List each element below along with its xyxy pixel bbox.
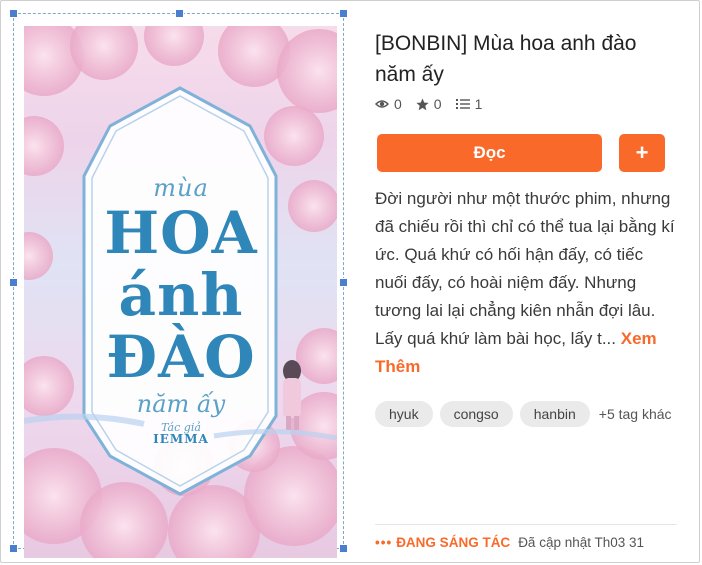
divider (375, 524, 677, 525)
votes-stat: 0 (416, 96, 442, 112)
cover-big-title-line1: HOA (104, 199, 258, 267)
book-cover[interactable]: mùa HOA ánh ĐÀO năm ấy Tác giả IEMMA (24, 26, 337, 558)
parts-count: 1 (474, 96, 483, 112)
read-button[interactable]: Đọc (377, 134, 602, 172)
parts-stat: 1 (455, 96, 483, 112)
status-label: ĐANG SÁNG TÁC (396, 535, 511, 550)
tag-congso[interactable]: congso (439, 401, 513, 427)
more-tags-link[interactable]: +5 tag khác (599, 406, 672, 422)
resize-handle[interactable] (175, 9, 184, 18)
story-stats: 0 0 1 (375, 96, 496, 112)
story-card: mùa HOA ánh ĐÀO năm ấy Tác giả IEMMA [BO… (0, 0, 700, 563)
cover-title: mùa HOA ánh ĐÀO năm ấy Tác giả IEMMA (86, 176, 276, 445)
cover-selection-frame[interactable]: mùa HOA ánh ĐÀO năm ấy Tác giả IEMMA (9, 9, 348, 558)
views-stat: 0 (375, 96, 402, 112)
resize-handle[interactable] (9, 9, 18, 18)
add-to-library-button[interactable]: + (619, 134, 665, 172)
resize-handle[interactable] (339, 9, 348, 18)
resize-handle[interactable] (339, 544, 348, 553)
plus-icon: + (635, 140, 649, 165)
tag-hanbin[interactable]: hanbin (519, 401, 590, 427)
resize-handle[interactable] (339, 278, 348, 287)
resize-handle[interactable] (9, 544, 18, 553)
tag-list: hyuk congso hanbin +5 tag khác (375, 401, 672, 427)
cover-small-title: mùa (153, 174, 209, 202)
votes-count: 0 (433, 96, 442, 112)
views-count: 0 (394, 96, 402, 112)
description-text: Đời người như một thước phim, nhưng đã c… (375, 189, 675, 348)
star-icon (416, 98, 429, 110)
list-icon (455, 99, 470, 109)
last-updated: Đã cập nhật Th03 31 (518, 535, 645, 550)
story-description: Đời người như một thước phim, nhưng đã c… (375, 185, 675, 381)
resize-handle[interactable] (9, 278, 18, 287)
eye-icon (375, 100, 389, 108)
tag-hyuk[interactable]: hyuk (375, 401, 433, 427)
cover-subtitle: năm ấy (136, 390, 226, 418)
ongoing-dots-icon: ••• (375, 535, 393, 550)
cover-author: IEMMA (153, 432, 209, 446)
cover-big-title-line3: ĐÀO (106, 323, 256, 391)
story-status: ••• ĐANG SÁNG TÁC Đã cập nhật Th03 31 (375, 535, 644, 550)
cover-big-title-line2: ánh (118, 261, 244, 329)
story-title[interactable]: [BONBIN] Mùa hoa anh đào năm ấy (375, 28, 675, 90)
